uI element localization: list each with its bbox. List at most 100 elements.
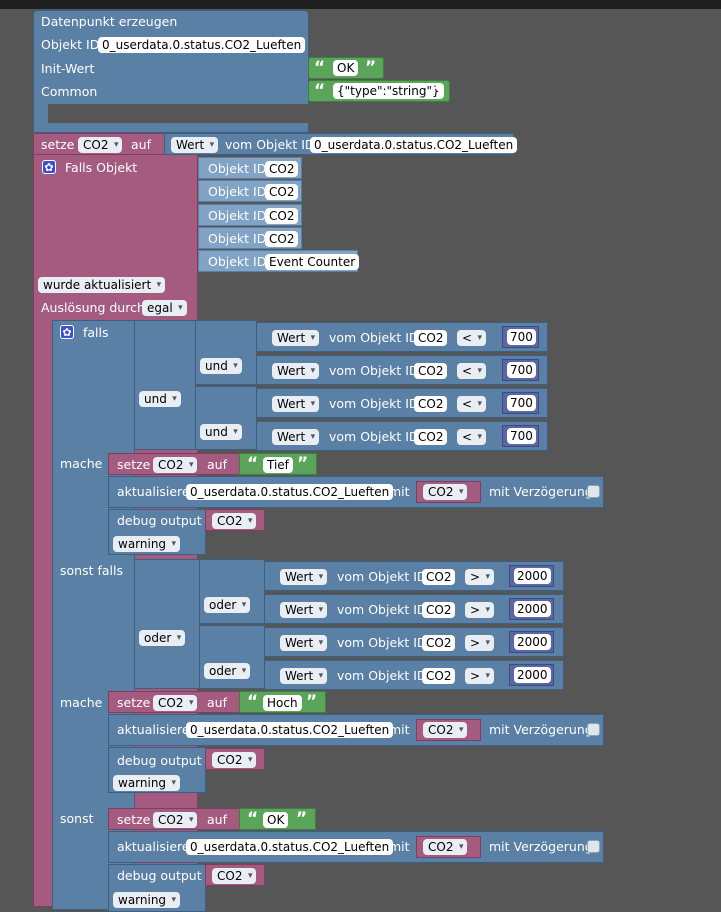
variable-block[interactable]: CO2 xyxy=(416,481,481,503)
delay-checkbox[interactable] xyxy=(587,840,600,853)
operator-dropdown[interactable]: < xyxy=(457,330,487,346)
logic-dropdown[interactable]: und xyxy=(139,391,181,407)
trigger-object-5[interactable]: Objekt ID Event Counter xyxy=(198,250,360,272)
logic-dropdown[interactable]: und xyxy=(200,424,242,440)
compare-block[interactable]: Wert vom Objekt ID CO2 < 700 xyxy=(256,421,548,451)
text-field[interactable]: Tief xyxy=(263,457,293,473)
object-id-field[interactable]: 0_userdata.0.status.CO2_Lueften xyxy=(310,137,518,153)
value-dropdown[interactable]: Wert xyxy=(280,635,328,651)
value-dropdown[interactable]: Wert xyxy=(272,363,320,379)
text-block[interactable]: “ Tief ” xyxy=(239,453,317,475)
object-id-field[interactable]: CO2 xyxy=(422,635,456,651)
object-id-field[interactable]: CO2 xyxy=(265,184,299,200)
compare-block[interactable]: Wert vom Objekt ID CO2 > 2000 xyxy=(264,660,564,690)
operator-dropdown[interactable]: > xyxy=(465,569,495,585)
and-block[interactable]: und xyxy=(195,320,257,385)
object-path-field[interactable]: 0_userdata.0.status.CO2_Lueften xyxy=(186,839,394,855)
set-variable-block[interactable]: setze CO2 auf xyxy=(108,453,240,475)
value-dropdown[interactable]: Wert xyxy=(272,330,320,346)
variable-dropdown[interactable]: CO2 xyxy=(153,457,198,473)
object-id-field[interactable]: CO2 xyxy=(422,569,456,585)
operator-dropdown[interactable]: > xyxy=(465,668,495,684)
init-value-field[interactable]: OK xyxy=(333,60,359,76)
common-value-field[interactable]: {"type":"string"} xyxy=(333,83,444,99)
variable-dropdown[interactable]: CO2 xyxy=(153,695,198,711)
object-id-field[interactable]: CO2 xyxy=(414,429,448,445)
number-field[interactable]: 700 xyxy=(507,362,536,378)
number-field[interactable]: 2000 xyxy=(514,601,551,617)
log-level-dropdown[interactable]: warning xyxy=(113,775,181,791)
and-block[interactable]: und xyxy=(195,386,257,450)
create-datapoint-block[interactable]: Datenpunkt erzeugen Objekt ID 0_userdata… xyxy=(33,10,310,125)
text-field[interactable]: OK xyxy=(263,812,289,828)
variable-dropdown[interactable]: CO2 xyxy=(212,513,257,529)
variable-block[interactable]: CO2 xyxy=(416,836,481,858)
gear-icon[interactable]: ✿ xyxy=(60,325,74,339)
object-id-field[interactable]: 0_userdata.0.status.CO2_Lueften xyxy=(98,37,306,53)
variable-dropdown[interactable]: CO2 xyxy=(212,868,257,884)
compare-block[interactable]: Wert vom Objekt ID CO2 < 700 xyxy=(256,388,548,418)
value-dropdown[interactable]: Wert xyxy=(280,602,328,618)
text-block[interactable]: “ Hoch ” xyxy=(239,691,326,713)
operator-dropdown[interactable]: < xyxy=(457,363,487,379)
variable-block[interactable]: CO2 xyxy=(205,864,265,886)
object-id-field[interactable]: CO2 xyxy=(265,161,299,177)
set-variable-block[interactable]: setze CO2 auf xyxy=(33,133,165,155)
debug-block[interactable]: debug output warning xyxy=(108,509,206,555)
update-block[interactable]: aktualisiere 0_userdata.0.status.CO2_Lue… xyxy=(108,476,604,508)
delay-checkbox[interactable] xyxy=(587,723,600,736)
number-block[interactable]: 700 xyxy=(502,359,539,381)
debug-block[interactable]: debug output warning xyxy=(108,864,206,912)
object-path-field[interactable]: 0_userdata.0.status.CO2_Lueften xyxy=(186,484,394,500)
variable-dropdown[interactable]: CO2 xyxy=(153,812,198,828)
operator-dropdown[interactable]: > xyxy=(465,602,495,618)
object-id-field[interactable]: CO2 xyxy=(414,396,448,412)
value-dropdown[interactable]: Wert xyxy=(280,668,328,684)
number-field[interactable]: 700 xyxy=(507,395,536,411)
and-block[interactable]: und xyxy=(134,320,196,450)
variable-dropdown[interactable]: CO2 xyxy=(78,137,123,153)
event-dropdown[interactable]: wurde aktualisiert xyxy=(38,277,166,293)
number-block[interactable]: 2000 xyxy=(509,565,554,587)
number-block[interactable]: 700 xyxy=(502,326,539,348)
variable-block[interactable]: CO2 xyxy=(416,719,481,741)
trigger-by-dropdown[interactable]: egal xyxy=(142,300,187,316)
compare-block[interactable]: Wert vom Objekt ID CO2 > 2000 xyxy=(264,627,564,657)
or-block[interactable]: oder xyxy=(199,559,265,624)
variable-dropdown[interactable]: CO2 xyxy=(423,484,468,500)
object-id-field[interactable]: Event Counter xyxy=(265,254,360,270)
log-level-dropdown[interactable]: warning xyxy=(113,892,181,908)
variable-block[interactable]: CO2 xyxy=(205,509,265,531)
compare-block[interactable]: Wert vom Objekt ID CO2 < 700 xyxy=(256,322,548,352)
text-block[interactable]: “ OK ” xyxy=(239,808,316,830)
object-path-field[interactable]: 0_userdata.0.status.CO2_Lueften xyxy=(186,722,394,738)
object-id-field[interactable]: CO2 xyxy=(422,668,456,684)
trigger-object-1[interactable]: Objekt ID CO2 xyxy=(198,157,302,179)
variable-dropdown[interactable]: CO2 xyxy=(423,722,468,738)
operator-dropdown[interactable]: > xyxy=(465,635,495,651)
value-dropdown[interactable]: Wert xyxy=(272,396,320,412)
variable-block[interactable]: CO2 xyxy=(205,748,265,770)
object-id-field[interactable]: CO2 xyxy=(265,208,299,224)
value-dropdown[interactable]: Wert xyxy=(171,137,219,153)
update-block[interactable]: aktualisiere 0_userdata.0.status.CO2_Lue… xyxy=(108,831,604,863)
number-block[interactable]: 700 xyxy=(502,392,539,414)
object-id-field[interactable]: CO2 xyxy=(422,602,456,618)
or-block[interactable]: oder xyxy=(134,559,200,689)
number-block[interactable]: 700 xyxy=(502,425,539,447)
compare-block[interactable]: Wert vom Objekt ID CO2 > 2000 xyxy=(264,594,564,624)
number-field[interactable]: 2000 xyxy=(514,667,551,683)
object-id-field[interactable]: CO2 xyxy=(414,330,448,346)
set-variable-block[interactable]: setze CO2 auf xyxy=(108,808,240,830)
number-field[interactable]: 700 xyxy=(507,329,536,345)
or-block[interactable]: oder xyxy=(199,625,265,689)
common-text-block[interactable]: “ {"type":"string"} ” xyxy=(308,80,450,102)
compare-block[interactable]: Wert vom Objekt ID CO2 > 2000 xyxy=(264,561,564,591)
trigger-object-2[interactable]: Objekt ID CO2 xyxy=(198,180,302,202)
debug-block[interactable]: debug output warning xyxy=(108,747,206,793)
text-field[interactable]: Hoch xyxy=(263,695,302,711)
logic-dropdown[interactable]: und xyxy=(200,358,242,374)
get-value-block[interactable]: Wert vom Objekt ID 0_userdata.0.status.C… xyxy=(164,133,518,155)
init-text-block[interactable]: “ OK ” xyxy=(308,57,384,79)
variable-dropdown[interactable]: CO2 xyxy=(212,752,257,768)
